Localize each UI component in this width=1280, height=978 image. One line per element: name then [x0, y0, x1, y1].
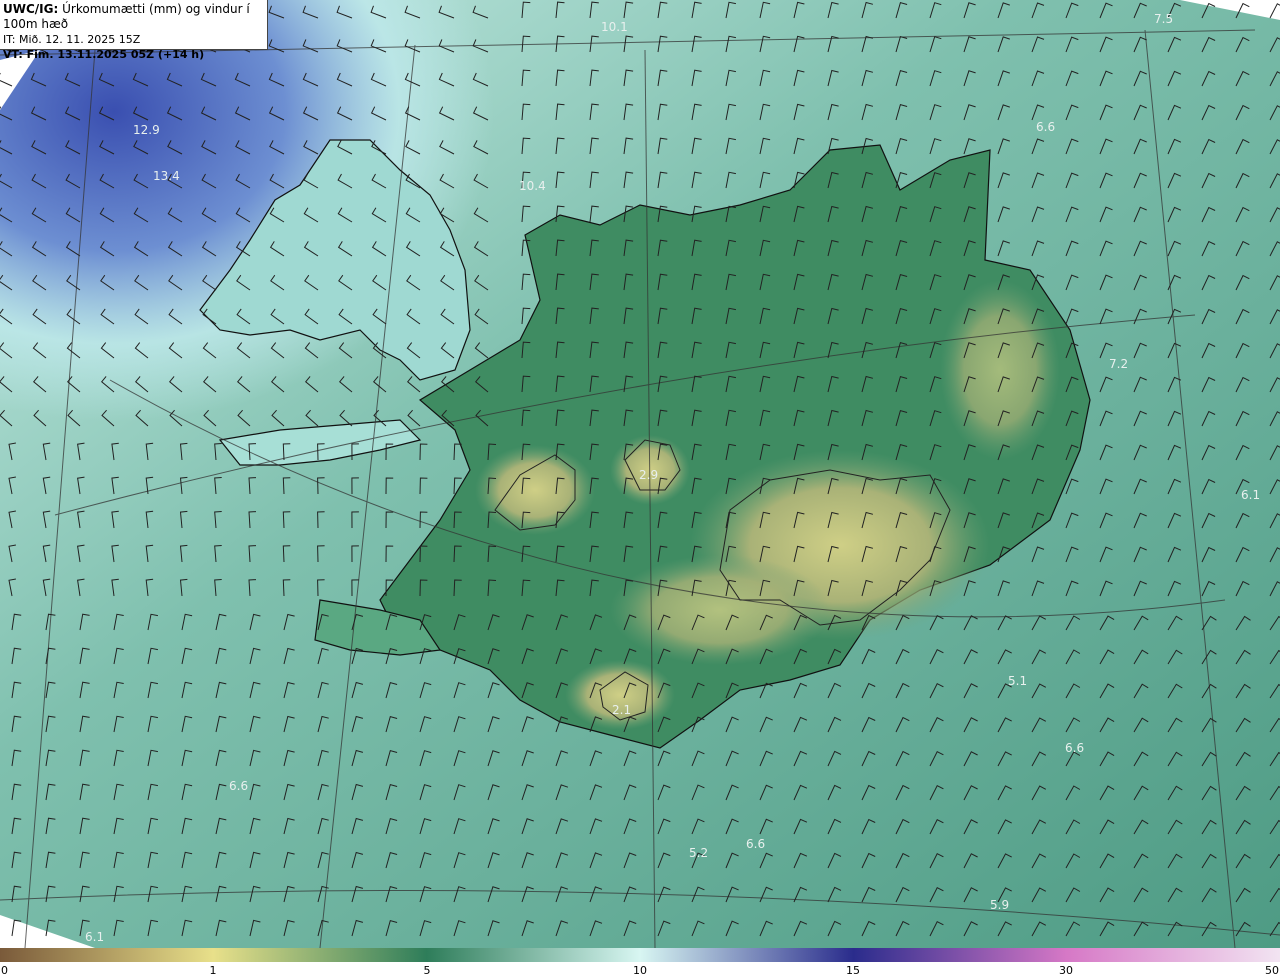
value-label: 6.6 [229, 779, 248, 793]
colorbar-tick: 0 [1, 964, 8, 977]
colorbar-legend: 0 1 5 10 15 30 50 [0, 948, 1280, 978]
colorbar-tick: 15 [846, 964, 860, 977]
initial-time: IT: Mið. 12. 11. 2025 15Z [3, 33, 141, 46]
colorbar-tick: 50 [1265, 964, 1279, 977]
header-line-title: UWC/IG: Úrkomumætti (mm) og vindur í 100… [3, 2, 264, 32]
valid-time: VT: Fim. 13.11.2025 05Z (+14 h) [3, 48, 205, 61]
colorbar-tick: 30 [1059, 964, 1073, 977]
colorbar-gradient [0, 948, 1280, 962]
value-label: 2.9 [639, 468, 658, 482]
value-label: 7.5 [1154, 12, 1173, 26]
colorbar-tick: 10 [633, 964, 647, 977]
model-name: UWC/IG: [3, 2, 59, 16]
value-label: 6.6 [1065, 741, 1084, 755]
value-label: 6.1 [1241, 488, 1260, 502]
value-label: 10.4 [519, 179, 546, 193]
value-label: 13.4 [153, 169, 180, 183]
colorbar-tick: 5 [423, 964, 431, 977]
value-label: 10.1 [601, 20, 628, 34]
value-label: 2.1 [612, 703, 631, 717]
colorbar-tick: 1 [209, 964, 217, 977]
value-label: 6.6 [1036, 120, 1055, 134]
highland-field-langjokull [475, 445, 595, 535]
map-info-box: UWC/IG: Úrkomumætti (mm) og vindur í 100… [0, 0, 268, 61]
value-label: 5.9 [990, 898, 1009, 912]
value-label: 5.1 [1008, 674, 1027, 688]
highland-field-east [940, 280, 1060, 460]
highland-field-central [610, 555, 830, 665]
value-label: 7.2 [1109, 357, 1128, 371]
precipitation-wind-map: 10.1 7.5 12.9 13.4 10.4 6.6 7.2 2.9 6.1 … [0, 0, 1280, 948]
value-label: 5.2 [689, 846, 708, 860]
value-label: 6.1 [85, 930, 104, 944]
value-label: 12.9 [133, 123, 160, 137]
value-label: 6.6 [746, 837, 765, 851]
